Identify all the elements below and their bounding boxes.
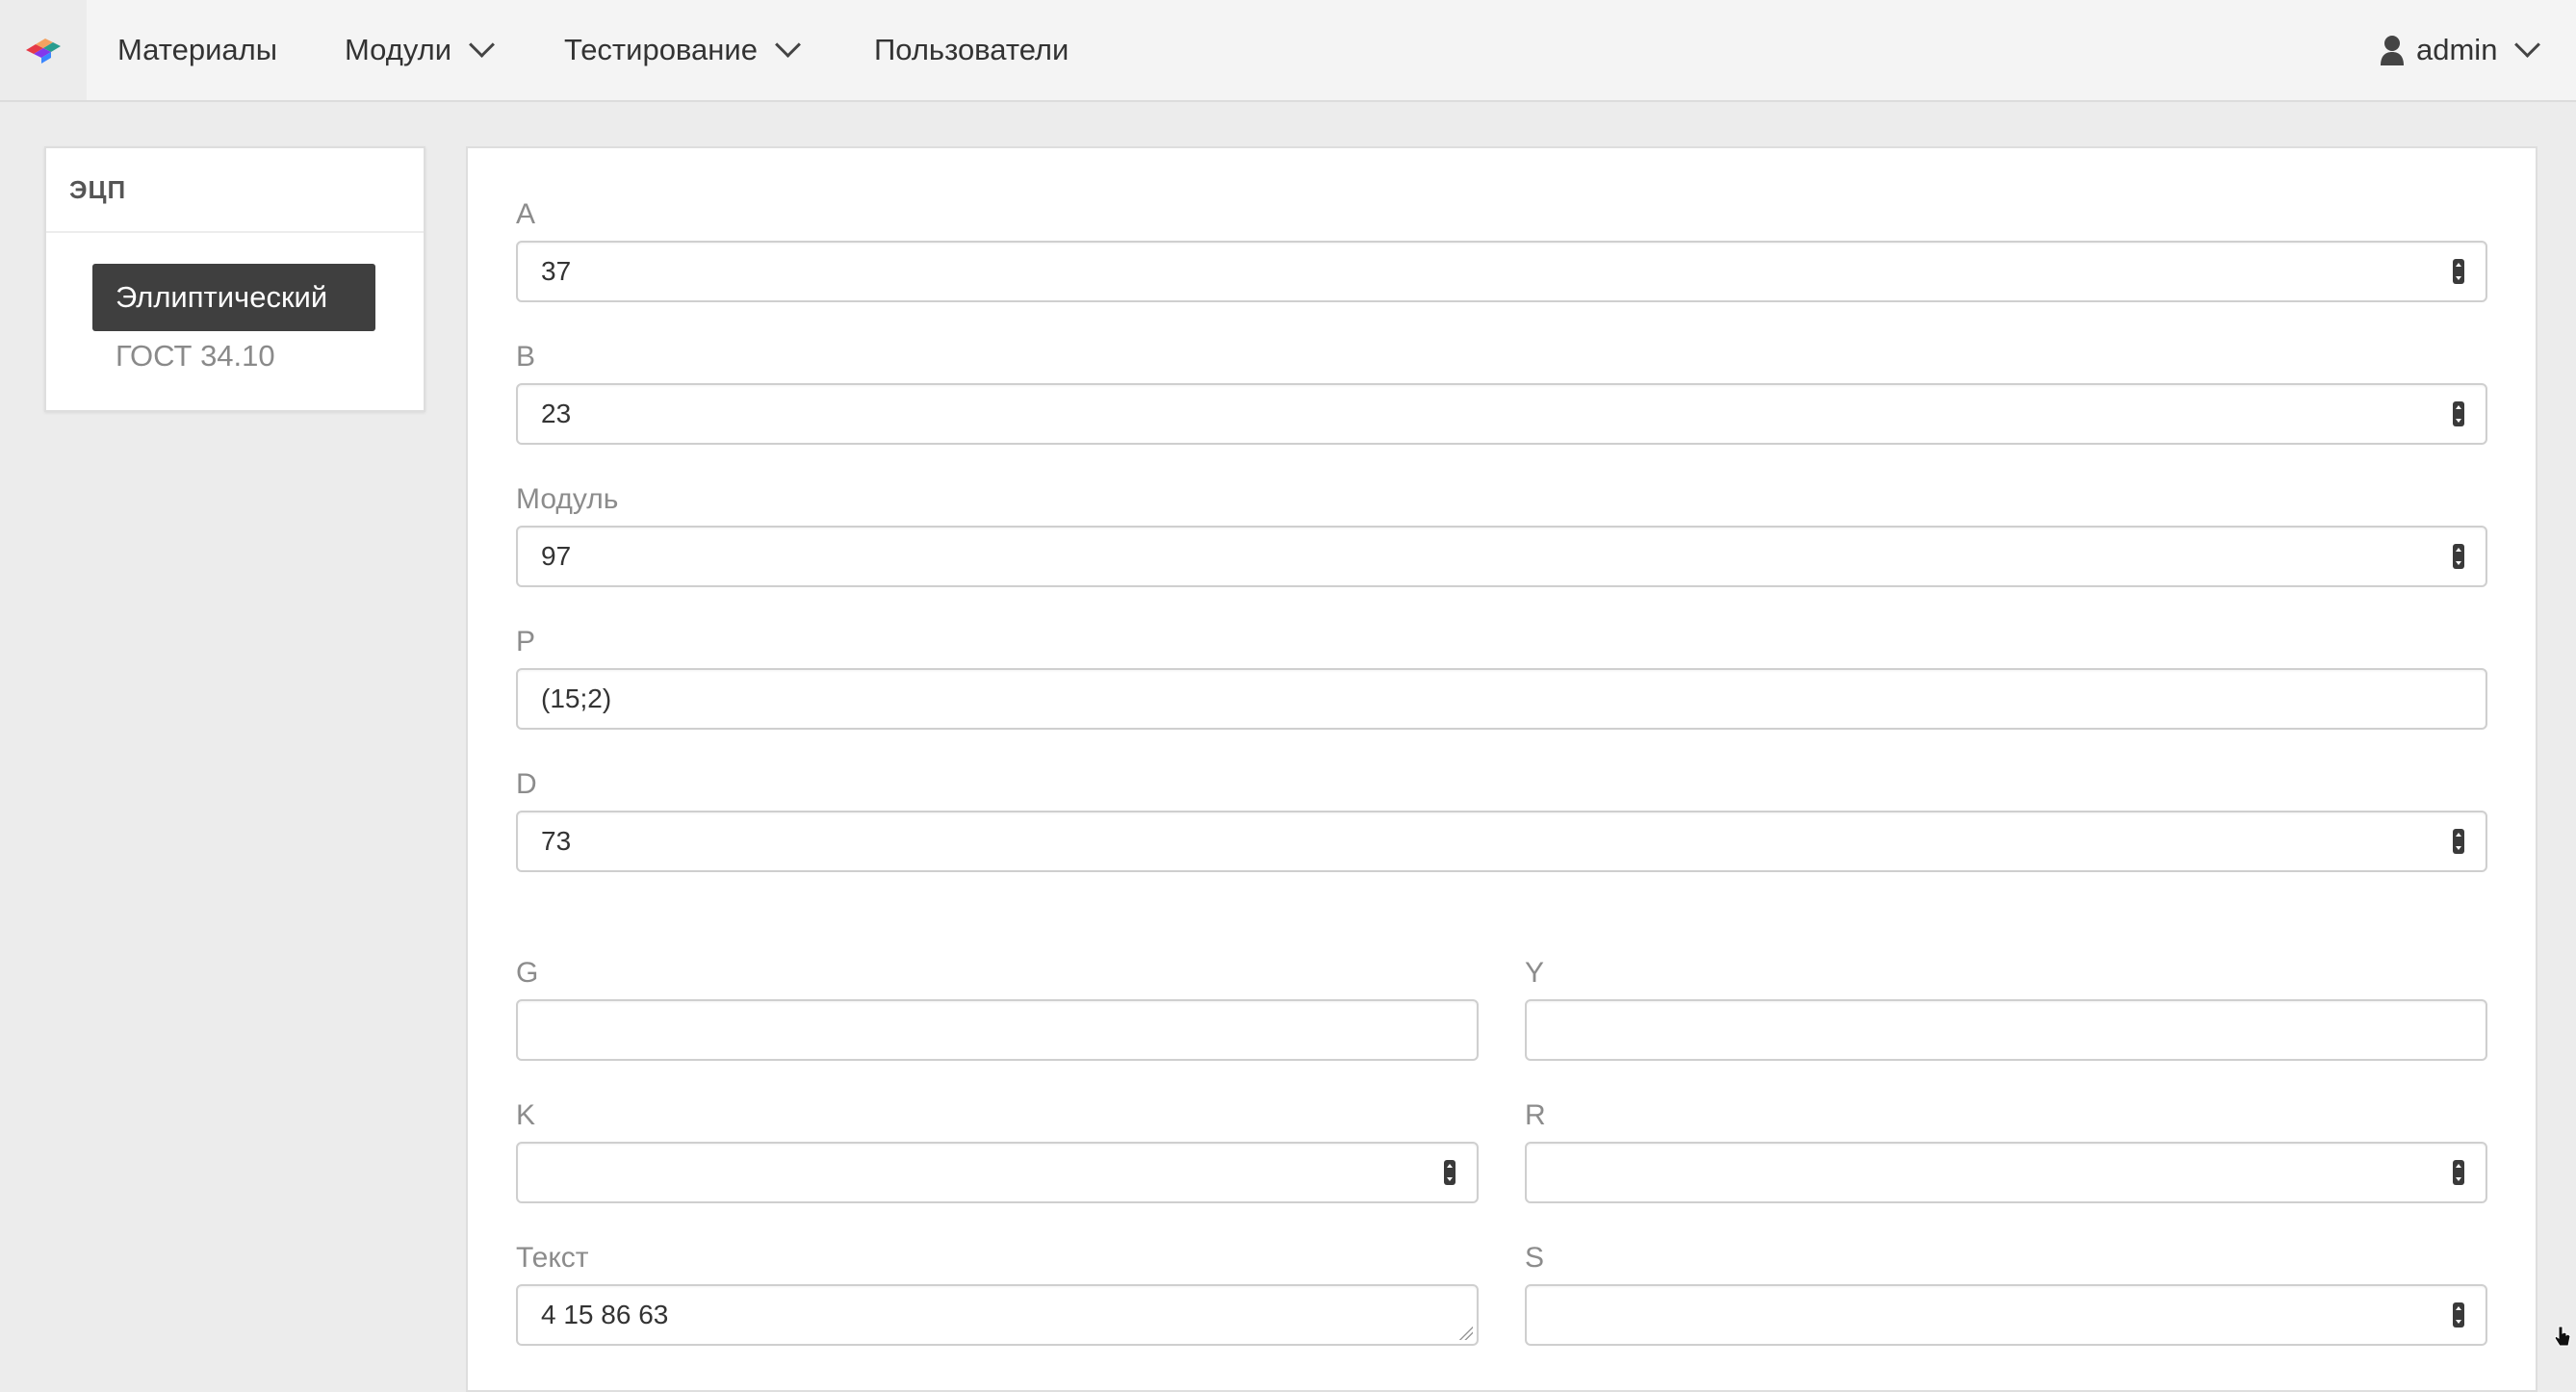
field-modulus-value: 97	[541, 541, 572, 571]
field-p-input[interactable]: (15;2)	[516, 668, 2487, 730]
nav-modules[interactable]: Модули	[345, 0, 495, 100]
spinner-icon[interactable]	[2453, 1302, 2464, 1328]
field-d-label: D	[516, 768, 537, 800]
spinner-icon[interactable]	[2453, 259, 2464, 284]
nav-modules-label: Модули	[345, 33, 452, 66]
field-b-value: 23	[541, 399, 572, 428]
field-g-label: G	[516, 957, 539, 989]
nav-testing-label: Тестирование	[564, 33, 758, 66]
spinner-icon[interactable]	[2453, 1160, 2464, 1185]
field-text-value: 4 15 86 63	[541, 1300, 669, 1329]
chevron-down-icon	[469, 31, 495, 58]
field-d-value: 73	[541, 826, 572, 856]
field-a-label: A	[516, 198, 536, 230]
chevron-down-icon	[2514, 31, 2541, 58]
nav-testing[interactable]: Тестирование	[564, 0, 801, 100]
logo-icon	[26, 39, 61, 64]
field-text-textarea[interactable]: 4 15 86 63	[516, 1284, 1479, 1346]
nav-users[interactable]: Пользователи	[874, 0, 1069, 100]
nav-materials-label: Материалы	[117, 33, 277, 66]
field-text-label: Текст	[516, 1242, 589, 1274]
field-p-label: P	[516, 626, 536, 657]
user-menu[interactable]: admin	[2380, 0, 2541, 100]
field-b-input[interactable]: 23	[516, 383, 2487, 445]
spinner-icon[interactable]	[2453, 401, 2464, 426]
sidebar-panel: ЭЦП Эллиптический ГОСТ 34.10	[44, 146, 425, 412]
user-icon	[2381, 36, 2404, 65]
sidebar-item-elliptic[interactable]: Эллиптический	[92, 264, 375, 331]
chevron-down-icon	[775, 31, 801, 58]
field-modulus-label: Модуль	[516, 483, 619, 515]
field-modulus-input[interactable]: 97	[516, 526, 2487, 587]
field-y-label: Y	[1525, 957, 1545, 989]
spinner-icon[interactable]	[1444, 1160, 1455, 1185]
top-navbar: Материалы Модули Тестирование Пользовате…	[0, 0, 2576, 102]
field-k-label: K	[516, 1099, 536, 1131]
main-form-panel: A 37 B 23 Модуль 97 P (15;2) D 73 G Y K …	[466, 146, 2537, 1392]
sidebar-item-gost[interactable]: ГОСТ 34.10	[116, 339, 275, 374]
field-b-label: B	[516, 341, 536, 373]
field-a-input[interactable]: 37	[516, 241, 2487, 302]
resize-grip-icon[interactable]	[1457, 1325, 1473, 1340]
field-p-value: (15;2)	[541, 683, 612, 713]
nav-materials[interactable]: Материалы	[117, 0, 277, 100]
sidebar-heading: ЭЦП	[46, 148, 424, 233]
field-a-value: 37	[541, 256, 572, 286]
field-s-input[interactable]	[1525, 1284, 2487, 1346]
spinner-icon[interactable]	[2453, 544, 2464, 569]
field-d-input[interactable]: 73	[516, 811, 2487, 872]
spinner-icon[interactable]	[2453, 829, 2464, 854]
field-r-label: R	[1525, 1099, 1546, 1131]
nav-users-label: Пользователи	[874, 33, 1069, 66]
brand-logo[interactable]	[0, 0, 87, 100]
field-y-input[interactable]	[1525, 999, 2487, 1061]
field-r-input[interactable]	[1525, 1142, 2487, 1203]
field-s-label: S	[1525, 1242, 1545, 1274]
user-name: admin	[2416, 33, 2498, 66]
field-k-input[interactable]	[516, 1142, 1479, 1203]
cursor-icon	[2553, 1325, 2572, 1353]
field-g-input[interactable]	[516, 999, 1479, 1061]
